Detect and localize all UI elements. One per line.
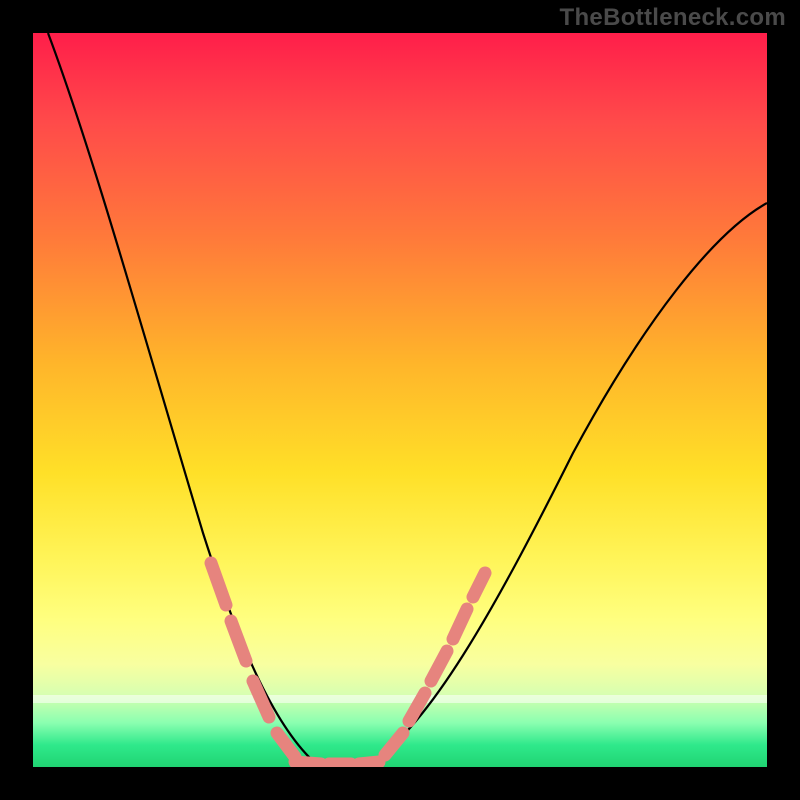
curve-path bbox=[48, 33, 767, 766]
marker-left-3 bbox=[253, 681, 269, 717]
marker-left-2 bbox=[231, 621, 246, 661]
marker-bottom-1 bbox=[295, 762, 321, 764]
chart-frame: TheBottleneck.com bbox=[0, 0, 800, 800]
marker-bottom-3 bbox=[359, 762, 379, 764]
marker-right-3 bbox=[431, 651, 447, 681]
marker-left-1 bbox=[211, 563, 226, 605]
marker-right-1 bbox=[385, 733, 403, 755]
marker-right-2 bbox=[409, 693, 425, 721]
plot-area bbox=[33, 33, 767, 767]
watermark-text: TheBottleneck.com bbox=[560, 4, 786, 32]
marker-right-4 bbox=[453, 609, 467, 639]
marker-right-5 bbox=[473, 573, 485, 597]
bottleneck-curve bbox=[33, 33, 767, 767]
